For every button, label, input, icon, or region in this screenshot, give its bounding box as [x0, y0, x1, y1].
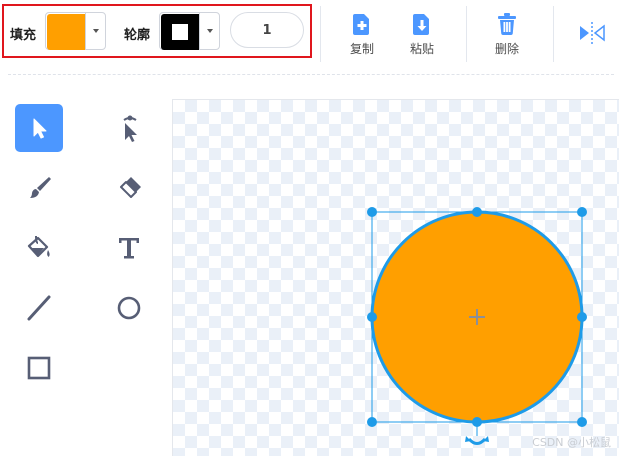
paste-button[interactable]: 粘贴 [405, 12, 439, 57]
reshape-tool-button[interactable] [105, 104, 153, 152]
copy-icon [353, 14, 369, 35]
outline-width-value: 1 [262, 22, 272, 38]
fill-color-swatch[interactable] [47, 14, 85, 50]
copy-label: 复制 [349, 42, 374, 56]
outline-inner-square [172, 24, 188, 40]
circle-tool-button[interactable] [105, 284, 153, 332]
resize-handle[interactable] [472, 417, 482, 427]
resize-handle[interactable] [577, 312, 587, 322]
eraser-icon [120, 177, 141, 198]
rotate-handle-icon[interactable] [465, 436, 489, 445]
circle-icon [117, 296, 141, 320]
brush-icon [30, 177, 51, 198]
outline-label: 轮廓 [124, 28, 151, 43]
paint-toolbar: 填充 轮廓 1 复制 粘贴 删除 [0, 0, 619, 68]
line-icon [27, 295, 51, 321]
paste-label: 粘贴 [409, 42, 434, 56]
text-tool-button[interactable] [105, 224, 153, 272]
outline-color-swatch[interactable] [161, 14, 199, 50]
line-tool-button[interactable] [15, 284, 63, 332]
fill-tool-button[interactable] [15, 224, 63, 272]
chevron-down-icon [206, 29, 213, 33]
reshape-cursor-icon [123, 115, 137, 142]
resize-handle[interactable] [367, 417, 377, 427]
copy-button[interactable]: 复制 [345, 12, 379, 57]
delete-button[interactable]: 删除 [490, 12, 524, 57]
flip-horizontal-icon [580, 22, 605, 44]
drawing-canvas[interactable]: CSDN @小松鼠 [172, 99, 619, 456]
outline-dropdown-arrow[interactable] [199, 13, 219, 49]
select-tool-button[interactable] [15, 104, 63, 152]
toolbar-divider [553, 6, 554, 62]
text-icon [119, 238, 139, 259]
flip-horizontal-button[interactable] [578, 20, 606, 50]
paste-icon [413, 14, 429, 35]
arrow-cursor-icon [33, 118, 47, 139]
resize-handle[interactable] [367, 312, 377, 322]
toolbar-divider [320, 6, 321, 62]
delete-label: 删除 [494, 42, 519, 56]
toolbar-divider [466, 6, 467, 62]
canvas-svg [367, 207, 587, 445]
rectangle-icon [27, 356, 51, 380]
fill-dropdown-arrow[interactable] [85, 13, 105, 49]
resize-handle[interactable] [577, 207, 587, 217]
resize-handle[interactable] [367, 207, 377, 217]
watermark-text: CSDN @小松鼠 [532, 436, 611, 449]
eraser-tool-button[interactable] [105, 164, 153, 212]
resize-handle[interactable] [577, 417, 587, 427]
resize-handle[interactable] [472, 207, 482, 217]
brush-tool-button[interactable] [15, 164, 63, 212]
paint-bucket-icon [27, 235, 50, 258]
chevron-down-icon [92, 29, 99, 33]
toolbar-bottom-divider [8, 74, 614, 75]
fill-label: 填充 [10, 28, 37, 43]
outline-color-picker[interactable] [159, 12, 220, 50]
trash-icon [498, 13, 516, 35]
fill-color-picker[interactable] [45, 12, 106, 50]
outline-width-input[interactable]: 1 [230, 12, 304, 48]
rectangle-tool-button[interactable] [15, 344, 63, 392]
